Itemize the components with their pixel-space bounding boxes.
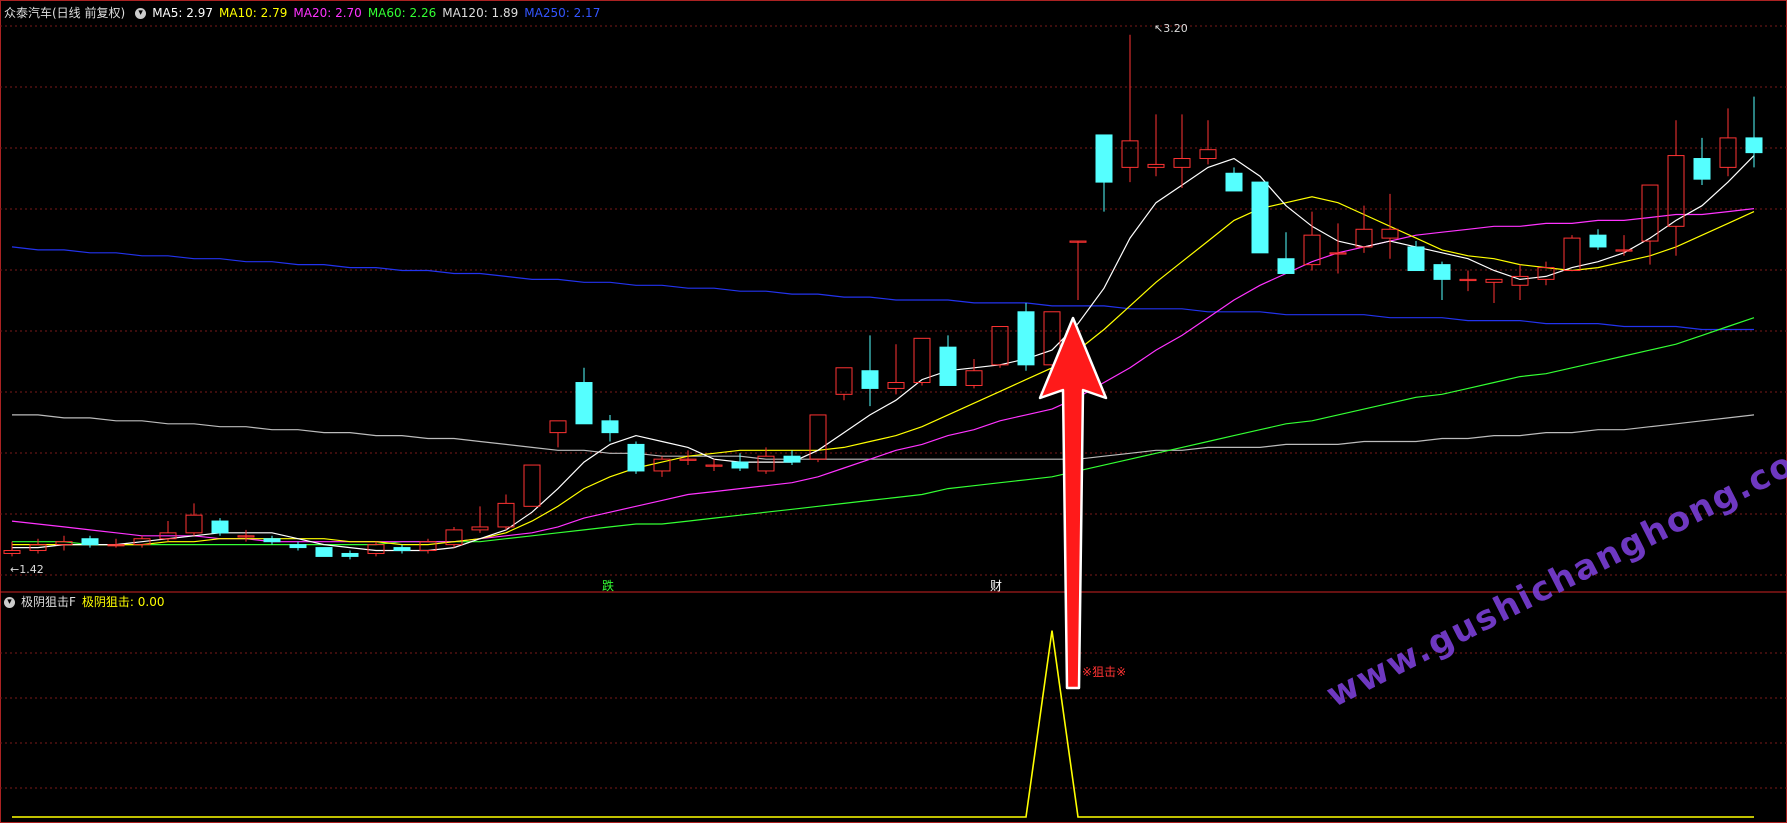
candle-body [549,420,567,434]
candle-body [315,547,333,557]
ma-label-1: MA10: 2.79 [218,6,288,20]
candle-body [393,547,411,552]
candle-body [835,367,853,395]
marker-fall: 跌 [602,579,615,593]
candle-body [419,541,437,552]
candle-body [1745,137,1763,154]
indicator-value: 极阴狙击: 0.00 [81,595,165,609]
candle-body [1199,149,1217,160]
candle-body [1719,137,1737,168]
ma-label-5: MA250: 2.17 [524,6,601,20]
signal-text: ※狙击※ [1082,665,1127,679]
ma-line-ma5 [12,155,1755,552]
candle-body [1225,172,1243,192]
ma-line-ma10 [12,196,1755,546]
candle-body [1485,278,1503,283]
candle-body [1641,184,1659,242]
candle-body [1355,228,1373,248]
indicator-line [12,630,1754,818]
min-price-value: 1.42 [19,563,44,576]
candle-body [497,502,515,528]
candle-body [263,538,281,543]
candle-body [861,370,879,389]
candle-body [1017,311,1035,366]
red-arrow [1038,316,1108,690]
candle-body [523,464,541,507]
candle-body [887,382,905,389]
ma-line-ma60 [12,317,1755,546]
indicator-header: ▾ 极阴狙击F 极阴狙击: 0.00 [4,593,170,610]
ma-label-0: MA5: 2.97 [152,6,213,20]
settings-icon[interactable]: ▾ [135,8,147,19]
candle-body [627,443,645,472]
candle-body [1173,158,1191,168]
signal-text-label: 狙击 [1092,665,1117,679]
candle-body [55,541,73,546]
ma-label-2: MA20: 2.70 [293,6,362,20]
max-price-label: ↖3.20 [1154,22,1188,35]
max-price-value: 3.20 [1163,22,1188,35]
candle-body [1147,163,1165,168]
candle-body [1095,134,1113,183]
candle-body [367,544,385,554]
candle-body [471,526,489,531]
candle-body [1381,228,1399,239]
candle-body [601,420,619,434]
candle-body [1589,234,1607,248]
candle-body [1251,181,1269,254]
min-price-label: ←1.42 [10,563,44,576]
candle-body [1277,258,1295,274]
candle-body [965,370,983,386]
indicator-settings-icon[interactable]: ▾ [4,597,15,608]
candle-body [1563,237,1581,272]
candle-body [1407,246,1425,272]
ma-line-ma120 [12,414,1755,460]
candle-body [1693,158,1711,180]
candle-body [289,544,307,549]
candle-body [185,514,203,534]
candle-body [575,382,593,425]
candle-body [783,455,801,463]
chart-frame [0,0,1787,823]
ma-label-3: MA60: 2.26 [367,6,437,20]
candle-body [341,552,359,557]
stock-name: 众泰汽车(日线 前复权) [4,6,126,20]
candle-body [939,346,957,386]
candle-body [991,326,1009,366]
ma-line-ma250 [11,246,1754,331]
candle-body [731,461,749,469]
ma-label-4: MA120: 1.89 [442,6,519,20]
marker-wealth: 财 [990,579,1003,593]
candle-body [3,550,21,554]
ma-legend: MA5: 2.97 MA10: 2.79 MA20: 2.70 MA60: 2.26 M… [152,6,606,20]
candle-body [1121,140,1139,168]
main-header: 众泰汽车(日线 前复权) ▾ MA5: 2.97 MA10: 2.79 MA20: 2.… [4,4,612,21]
candle-body [913,337,931,384]
candle-body [81,538,99,546]
candle-body [1433,264,1451,280]
kline-chart[interactable] [0,0,1787,823]
candle-body [211,520,229,534]
indicator-name: 极阴狙击F [21,595,76,609]
